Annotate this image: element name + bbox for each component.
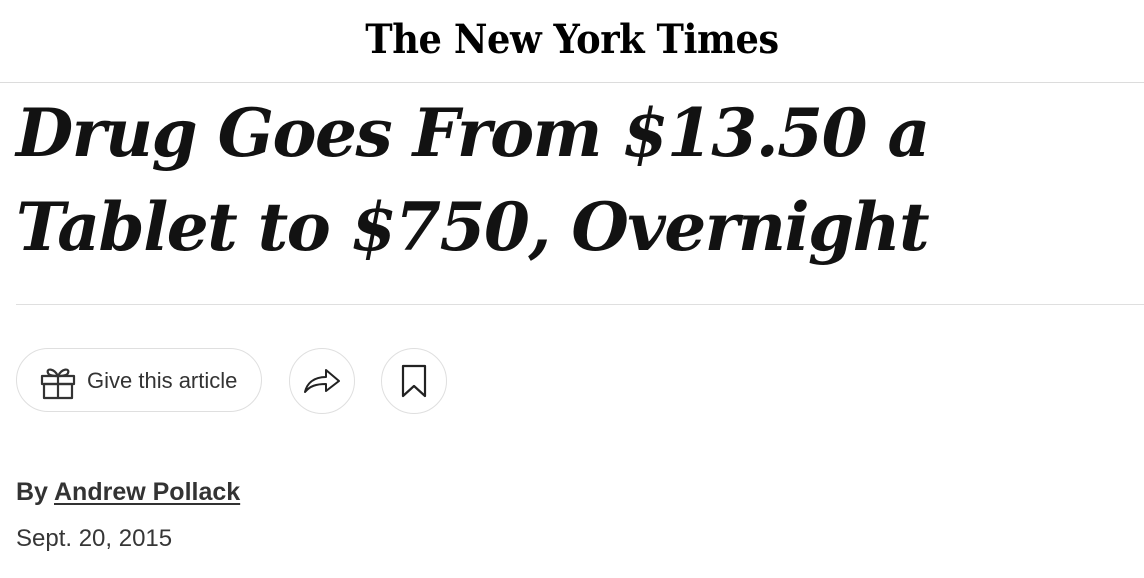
site-logo[interactable]: The New York Times — [46, 14, 1098, 66]
masthead: The New York Times — [0, 0, 1144, 83]
author-link[interactable]: Andrew Pollack — [54, 478, 240, 506]
save-button[interactable] — [381, 348, 447, 414]
share-icon — [304, 369, 340, 393]
give-article-button[interactable]: Give this article — [16, 348, 262, 412]
bookmark-icon — [401, 364, 427, 398]
gift-icon — [39, 363, 77, 401]
publish-date: Sept. 20, 2015 — [16, 525, 173, 552]
share-button[interactable] — [289, 348, 355, 414]
byline: By Andrew Pollack — [16, 476, 240, 508]
divider — [16, 304, 1144, 305]
byline-prefix: By — [16, 478, 48, 506]
give-article-label: Give this article — [87, 368, 238, 393]
article-headline: Drug Goes From $13.50 a Tablet to $750, … — [16, 94, 930, 266]
